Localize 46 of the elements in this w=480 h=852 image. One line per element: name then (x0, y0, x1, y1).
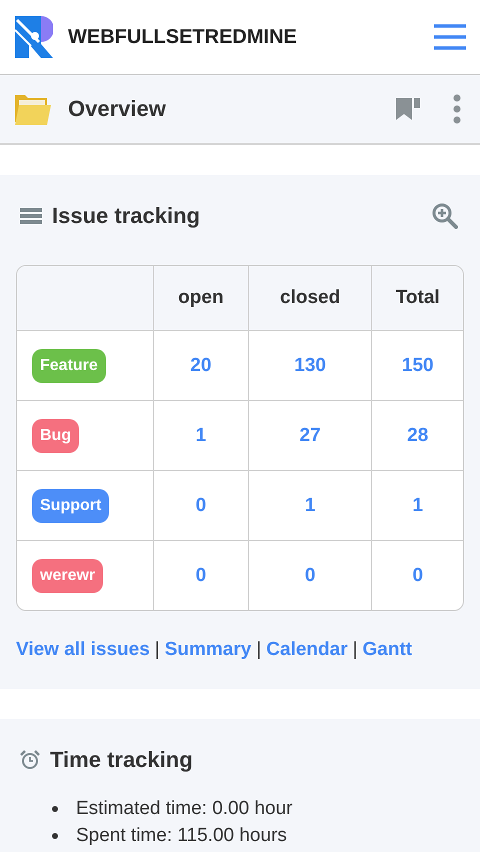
more-icon (452, 94, 462, 124)
logo-icon (15, 16, 53, 58)
bookmark-button[interactable] (396, 96, 422, 122)
menu-icon (434, 24, 466, 50)
tracker-tag[interactable]: Feature (32, 348, 106, 382)
bullet-icon (52, 806, 58, 812)
count-link[interactable]: 27 (300, 424, 321, 446)
count-link[interactable]: 150 (402, 354, 434, 376)
tracker-tag[interactable]: Bug (32, 418, 80, 452)
folder-icon (15, 93, 51, 125)
count-link[interactable]: 1 (196, 424, 206, 446)
menu-button[interactable] (434, 24, 466, 50)
section-title: Time tracking (50, 747, 194, 773)
count-link[interactable]: 0 (196, 494, 206, 516)
count-link[interactable]: 0 (196, 564, 206, 586)
count-link[interactable]: 0 (412, 564, 424, 586)
column-header: Total (372, 266, 463, 330)
count-link[interactable]: 0 (304, 564, 316, 586)
count-link[interactable]: 1 (304, 494, 316, 516)
count-link[interactable]: 1 (412, 494, 424, 516)
list-icon (20, 207, 42, 225)
issues-link[interactable]: Gantt (362, 639, 412, 661)
more-button[interactable] (452, 94, 462, 124)
time-entry: Spent time: 115.00 hours (76, 824, 287, 848)
separator: | (154, 639, 160, 661)
count-link[interactable]: 130 (294, 354, 326, 376)
count-link[interactable]: 28 (407, 424, 428, 446)
column-header: open (154, 266, 248, 330)
bookmark-icon (396, 96, 422, 122)
issues-link[interactable]: View all issues (16, 639, 150, 661)
count-link[interactable]: 20 (190, 354, 212, 376)
alarm-clock-icon (20, 750, 40, 770)
page-title: Overview (68, 96, 167, 122)
section-title: Issue tracking (52, 203, 201, 229)
site-title: WEBFULLSETREDMINE (68, 26, 298, 48)
tracker-tag[interactable]: Support (32, 488, 110, 522)
issues-link[interactable]: Summary (164, 639, 252, 661)
zoom-button[interactable] (432, 203, 458, 229)
issues-link[interactable]: Calendar (266, 639, 348, 661)
separator: | (256, 639, 262, 661)
separator: | (352, 639, 358, 661)
bullet-icon (52, 832, 58, 838)
column-header: closed (248, 266, 372, 330)
tracker-tag[interactable]: werewr (32, 558, 104, 592)
zoom-in-icon (432, 203, 458, 229)
time-entry: Estimated time: 0.00 hour (76, 797, 292, 821)
